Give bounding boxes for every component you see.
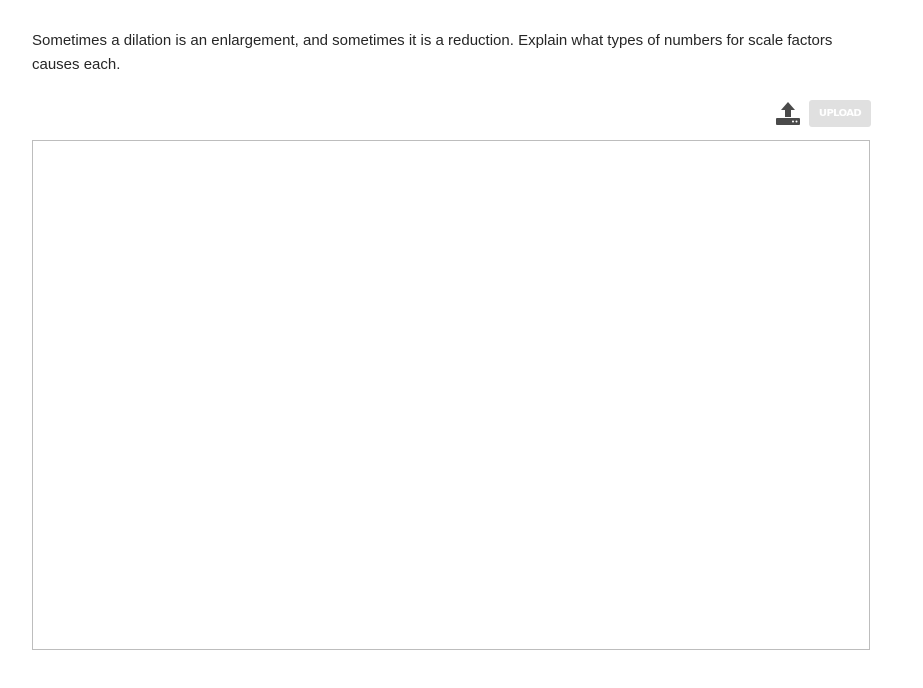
answer-textarea[interactable] <box>32 140 870 650</box>
upload-toolbar: UPLOAD <box>774 100 872 127</box>
upload-button[interactable]: UPLOAD <box>809 100 871 127</box>
upload-icon[interactable] <box>774 100 802 127</box>
question-prompt: Sometimes a dilation is an enlargement, … <box>32 32 833 73</box>
